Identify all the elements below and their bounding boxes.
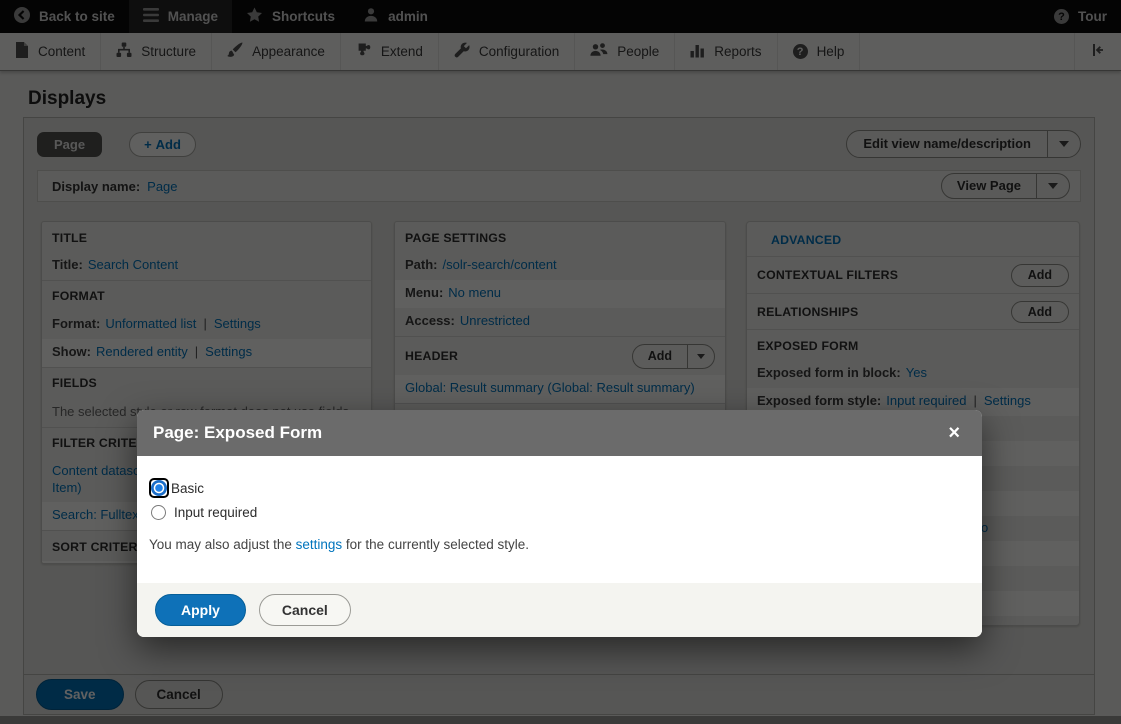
exposed-form-dialog: Page: Exposed Form × Basic Input require… [137, 410, 982, 637]
dialog-titlebar: Page: Exposed Form × [137, 410, 982, 456]
radio-selected-icon [151, 480, 167, 496]
radio-input-required[interactable] [151, 505, 166, 520]
dialog-cancel-button[interactable]: Cancel [259, 594, 351, 626]
dialog-note: You may also adjust the settings for the… [149, 537, 970, 552]
dialog-body: Basic Input required You may also adjust… [137, 456, 982, 583]
radio-row-input-required: Input required [149, 505, 970, 520]
settings-link[interactable]: settings [296, 537, 343, 552]
radio-basic-label[interactable]: Basic [171, 481, 204, 496]
note-text-pre: You may also adjust the [149, 537, 292, 552]
dialog-buttonpane: Apply Cancel [137, 583, 982, 637]
radio-input-required-label[interactable]: Input required [174, 505, 257, 520]
note-text-post: for the currently selected style. [346, 537, 529, 552]
radio-row-basic: Basic [149, 478, 970, 498]
apply-button[interactable]: Apply [155, 594, 246, 626]
radio-basic[interactable] [149, 478, 169, 498]
dialog-title: Page: Exposed Form [153, 423, 942, 443]
close-icon[interactable]: × [942, 423, 966, 443]
